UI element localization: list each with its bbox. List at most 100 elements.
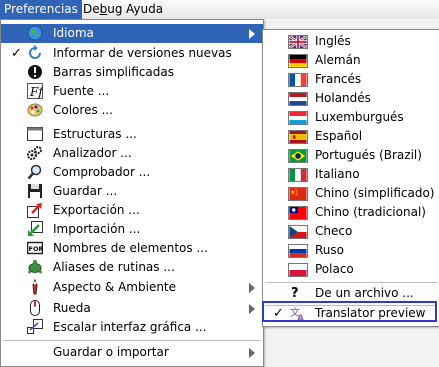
language-item-italiano[interactable]: Italiano (263, 165, 439, 184)
menu-item-label: Analizador ... (53, 146, 132, 160)
menu-separator (3, 340, 261, 341)
language-label: Chino (simplificado) (315, 186, 435, 200)
menu-item-label: Estructuras ... (53, 127, 137, 141)
menu-debug-label-start: De (83, 2, 100, 16)
china-flag-icon (288, 187, 308, 201)
language-item-ruso[interactable]: Ruso (263, 241, 439, 260)
svg-text:Ff: Ff (29, 85, 43, 99)
menu-item-aspecto-ambiente[interactable]: Aspecto & Ambiente (1, 278, 263, 297)
menu-item-idioma[interactable]: Idioma (1, 24, 263, 43)
menu-item-label: Guardar ... (53, 184, 118, 198)
menu-item-guardar-importar[interactable]: Guardar o importar (1, 343, 263, 362)
menu-item-label: Importación ... (53, 222, 141, 236)
language-label: Español (315, 129, 363, 143)
menu-preferencias[interactable]: Preferencias (0, 0, 82, 19)
menu-item-barras-simplificadas[interactable]: Barras simplificadas (1, 63, 263, 82)
language-item-chino-simplificado[interactable]: Chino (simplificado) (263, 184, 439, 203)
language-label: Alemán (315, 53, 361, 67)
gears-icon (27, 146, 42, 160)
idioma-submenu: Inglés Alemán Francés Holandés Luxemburg… (262, 29, 439, 327)
menu-item-nombres-elementos[interactable]: FOR Nombres de elementos ... (1, 239, 263, 258)
menu-item-exportacion[interactable]: Exportación ... (1, 201, 263, 220)
floppy-icon (28, 184, 42, 198)
menu-item-rueda[interactable]: Rueda (1, 299, 263, 318)
menu-item-label: Nombres de elementos ... (53, 241, 208, 255)
language-item-aleman[interactable]: Alemán (263, 51, 439, 70)
language-item-ingles[interactable]: Inglés (263, 32, 439, 51)
language-label: Portugués (Brazil) (315, 148, 422, 162)
language-label: De un archivo ... (315, 286, 414, 300)
taiwan-flag-icon (288, 206, 308, 220)
submenu-arrow-icon (249, 304, 255, 314)
menu-item-label: Aspecto & Ambiente (53, 280, 177, 294)
menu-item-colores[interactable]: Colores ... (1, 101, 263, 120)
menu-item-label: Idioma (53, 26, 94, 40)
menu-item-label: Informar de versiones nuevas (53, 46, 232, 60)
language-item-polaco[interactable]: Polaco (263, 260, 439, 279)
refresh-icon (29, 45, 41, 59)
menu-debug-label-end: ug (107, 2, 123, 16)
for-icon: FOR (27, 241, 44, 255)
mouse-icon (30, 300, 40, 316)
menu-item-guardar[interactable]: Guardar ... (1, 182, 263, 201)
menu-item-label: Barras simplificadas (53, 65, 174, 79)
submenu-arrow-icon (249, 283, 255, 293)
language-item-luxemburgues[interactable]: Luxemburgués (263, 108, 439, 127)
menu-item-label: Comprobador ... (53, 165, 151, 179)
menu-item-importacion[interactable]: Importación ... (1, 220, 263, 239)
exclamation-icon (28, 65, 42, 79)
globe-icon (27, 25, 43, 41)
language-label: Checo (315, 224, 353, 238)
focus-outline (262, 301, 437, 322)
submenu-arrow-icon (249, 348, 255, 358)
scale-icon (27, 319, 43, 334)
language-label: Holandés (315, 91, 371, 105)
language-label: Francés (315, 72, 362, 86)
menu-item-escalar-interfaz[interactable]: Escalar interfaz gráfica ... (1, 318, 263, 337)
language-item-chino-tradicional[interactable]: Chino (tradicional) (263, 203, 439, 222)
menu-item-comprobador[interactable]: Comprobador ... (1, 163, 263, 182)
menu-separator (265, 282, 437, 283)
menu-item-analizador[interactable]: Analizador ... (1, 144, 263, 163)
magnifier-icon (27, 164, 42, 180)
language-item-portugues-brazil[interactable]: Portugués (Brazil) (263, 146, 439, 165)
language-item-frances[interactable]: Francés (263, 70, 439, 89)
language-item-holandes[interactable]: Holandés (263, 89, 439, 108)
language-label: Luxemburgués (315, 110, 404, 124)
language-item-checo[interactable]: Checo (263, 222, 439, 241)
import-icon (28, 221, 43, 236)
netherlands-flag-icon (288, 92, 308, 106)
menu-debug[interactable]: Debug (79, 0, 126, 19)
menu-item-label: Escalar interfaz gráfica ... (53, 320, 207, 334)
menu-item-estructuras[interactable]: Estructuras ... (1, 125, 263, 144)
language-label: Inglés (315, 34, 351, 48)
menu-item-label: Aliases de rutinas ... (53, 260, 175, 274)
language-label: Ruso (315, 243, 344, 257)
brazil-flag-icon (288, 149, 308, 163)
menu-item-label: Guardar o importar (53, 345, 169, 359)
russia-flag-icon (288, 244, 308, 258)
font-icon: Ff (27, 83, 43, 99)
language-label: Chino (tradicional) (315, 205, 426, 219)
menu-item-aliases-rutinas[interactable]: Aliases de rutinas ... (1, 258, 263, 277)
question-icon: ? (291, 286, 299, 301)
menu-item-label: Fuente ... (53, 84, 110, 98)
export-icon (27, 203, 42, 218)
france-flag-icon (288, 73, 308, 87)
menu-bar: Preferencias Debug Ayuda (0, 0, 439, 20)
menu-item-fuente[interactable]: Ff Fuente ... (1, 82, 263, 101)
poland-flag-icon (288, 263, 308, 277)
menu-item-label: Exportación ... (53, 203, 140, 217)
checkmark-icon: ✓ (11, 46, 22, 61)
preferencias-menu: Idioma ✓ Informar de versiones nuevas Ba… (0, 19, 264, 367)
spain-flag-icon (288, 130, 308, 144)
svg-text:FOR: FOR (29, 245, 44, 253)
language-label: Italiano (315, 167, 360, 181)
palette-icon (27, 103, 43, 117)
menu-item-informar-versiones[interactable]: ✓ Informar de versiones nuevas (1, 44, 263, 63)
language-item-espanol[interactable]: Español (263, 127, 439, 146)
language-label: Polaco (315, 262, 354, 276)
turtle-icon (28, 260, 42, 274)
czech-flag-icon (288, 225, 308, 239)
menu-ayuda[interactable]: Ayuda (122, 0, 167, 19)
